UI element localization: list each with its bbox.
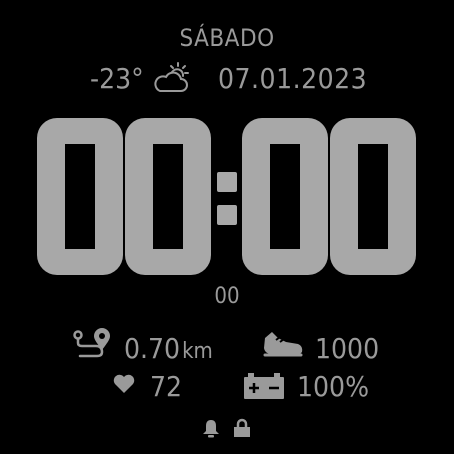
bell-icon bbox=[203, 420, 219, 438]
time-colon-bottom bbox=[217, 205, 237, 225]
day-of-week: SÁBADO bbox=[179, 24, 275, 52]
date: 07.01.2023 bbox=[218, 62, 368, 95]
lock-icon bbox=[234, 418, 250, 437]
temperature: -23° bbox=[90, 62, 144, 95]
distance-value: 0.70 bbox=[124, 332, 181, 365]
hour-tens-digit bbox=[37, 118, 123, 275]
heart-rate: 72 bbox=[150, 370, 183, 403]
distance-readout: 0.70km bbox=[124, 332, 213, 365]
battery-icon bbox=[244, 373, 284, 399]
watch-face: SÁBADO -23° 07.01.2023 00 0.70km 1000 72… bbox=[0, 0, 454, 454]
hour-ones-digit bbox=[125, 118, 211, 275]
partly-cloudy-icon bbox=[154, 62, 189, 92]
heart-icon bbox=[113, 374, 135, 393]
battery-level: 100% bbox=[297, 370, 370, 403]
minute-tens-digit bbox=[242, 118, 328, 275]
shoe-icon bbox=[263, 332, 303, 357]
seconds: 00 bbox=[214, 284, 240, 309]
distance-unit: km bbox=[182, 339, 213, 364]
minute-ones-digit bbox=[330, 118, 416, 275]
time-colon-top bbox=[217, 172, 237, 192]
route-pin-icon bbox=[73, 328, 110, 358]
step-count: 1000 bbox=[315, 332, 380, 365]
